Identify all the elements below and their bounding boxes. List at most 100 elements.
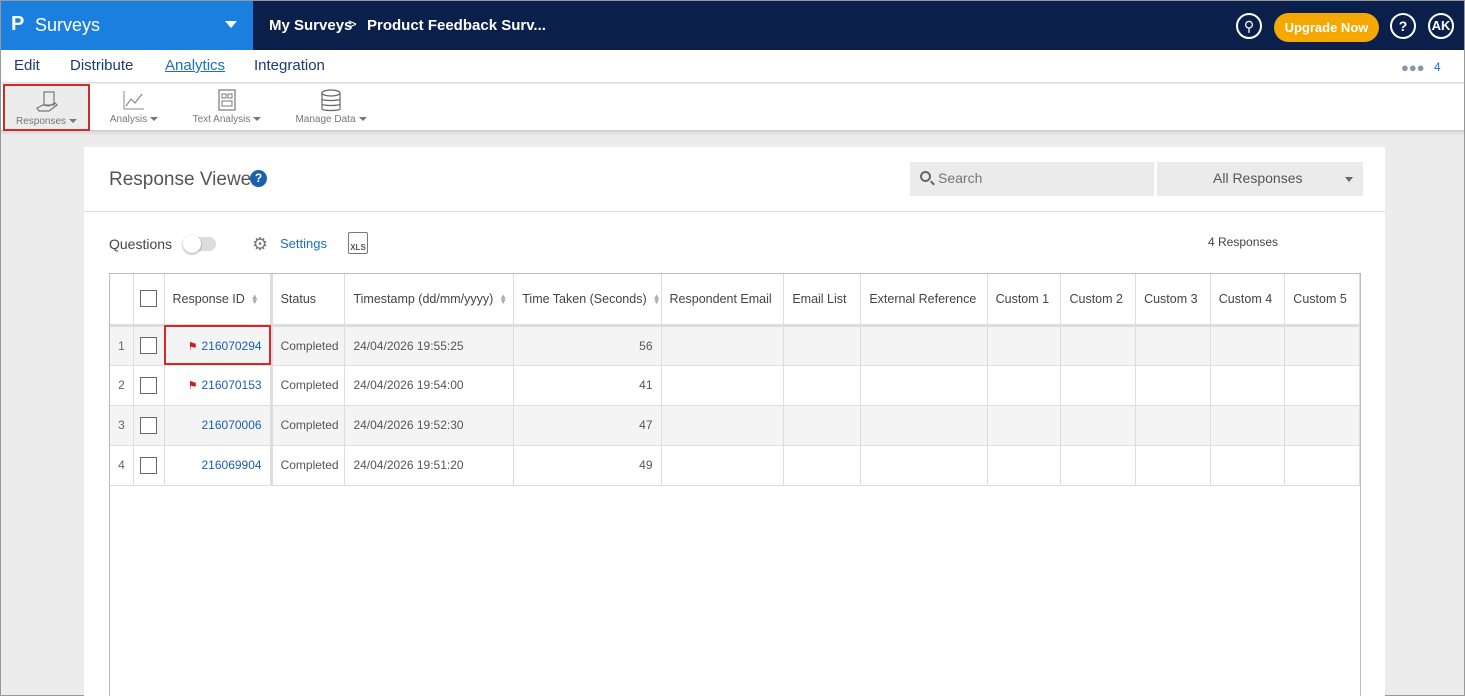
status-cell: Completed [271,365,346,406]
table-cell [987,325,1062,366]
flag-icon: ⚑ [187,340,198,353]
settings-link[interactable]: Settings [280,236,327,251]
response-filter-dropdown[interactable]: All Responses [1157,162,1363,196]
column-header-response-id[interactable]: Response ID ▲ ▼ [164,274,273,327]
table-row[interactable]: 2 ⚑ 216070153 Completed 24/04/2026 19:54:… [110,365,1360,406]
response-id-cell[interactable]: ⚑ 216070153 [164,365,273,406]
column-header-custom-3[interactable]: Custom 3 [1135,274,1211,327]
breadcrumb-my-surveys[interactable]: My Surveys [269,17,352,34]
database-icon [291,84,371,114]
sort-icon[interactable]: ▲ ▼ [653,293,660,306]
select-all-checkbox-cell[interactable] [133,274,165,327]
row-checkbox-cell[interactable] [133,325,165,366]
tab-analytics[interactable]: Analytics [165,57,225,74]
sort-icon[interactable]: ▲ ▼ [499,293,507,306]
analysis-tool-label: Analysis [109,114,148,125]
column-header-external-reference[interactable]: External Reference [860,274,988,327]
row-checkbox[interactable] [140,416,158,434]
table-cell [1210,365,1286,406]
response-id-link[interactable]: 216070153 [202,378,262,392]
help-icon[interactable]: ? [1390,13,1416,39]
table-cell [661,325,785,366]
table-cell [1135,405,1211,446]
search-box[interactable] [910,162,1154,196]
row-checkbox-cell[interactable] [133,365,165,406]
table-cell [987,405,1062,446]
table-cell [661,405,785,446]
help-icon[interactable]: ? [250,170,267,187]
table-cell [783,445,862,486]
breadcrumb-current-survey: Product Feedback Surv... [367,17,546,34]
row-checkbox[interactable] [140,376,158,394]
line-chart-icon [104,84,164,114]
collaborators-count[interactable]: 4 [1434,60,1441,74]
column-header-custom-2[interactable]: Custom 2 [1060,274,1137,327]
table-cell [1135,445,1211,486]
hand-document-icon [5,86,88,116]
product-switcher[interactable]: P Surveys [1,1,253,50]
response-id-link[interactable]: 216070294 [202,339,262,353]
table-cell [1210,445,1286,486]
column-header-custom-5[interactable]: Custom 5 [1284,274,1360,327]
table-cell [1284,445,1360,486]
row-checkbox-cell[interactable] [133,405,165,446]
tab-distribute[interactable]: Distribute [70,57,133,74]
table-row[interactable]: 1 ⚑ 216070294 Completed 24/04/2026 19:55:… [110,325,1360,366]
text-analysis-tool-label: Text Analysis [192,114,251,125]
column-header-status[interactable]: Status [271,274,346,327]
time-taken-cell: 56 [513,325,662,366]
text-analysis-tool[interactable]: Text Analysis [187,84,267,131]
breadcrumb-separator: > [348,16,357,33]
column-header-custom-4[interactable]: Custom 4 [1210,274,1286,327]
response-id-link[interactable]: 216069904 [202,458,262,472]
questions-toggle[interactable] [183,235,216,253]
response-id-cell[interactable]: 216070006 [164,405,273,446]
response-id-cell[interactable]: ⚑ 216070294 [164,325,273,366]
tab-edit[interactable]: Edit [14,57,40,74]
status-cell: Completed [271,325,346,366]
row-checkbox-cell[interactable] [133,445,165,486]
select-all-checkbox[interactable] [140,290,158,308]
analysis-tool[interactable]: Analysis [104,84,164,131]
sort-icon[interactable]: ▲ ▼ [251,293,259,306]
xls-export-icon[interactable]: XLS [348,232,368,254]
column-header-label: Time Taken (Seconds) [522,291,647,306]
search-icon [920,171,931,182]
avatar[interactable]: AK [1428,13,1454,39]
table-cell [661,445,785,486]
column-header-respondent-email[interactable]: Respondent Email [661,274,785,327]
table-row[interactable]: 3 216070006 Completed 24/04/2026 19:52:3… [110,405,1360,446]
row-checkbox[interactable] [140,456,158,474]
column-header-label: Timestamp (dd/mm/yyyy) [353,291,494,306]
top-bar: P Surveys My Surveys > Product Feedback … [1,1,1464,50]
column-header-timestamp[interactable]: Timestamp (dd/mm/yyyy) ▲ ▼ [344,274,515,327]
responses-tool[interactable]: Responses [3,84,90,131]
chevron-down-icon [225,21,237,28]
column-header-time-taken[interactable]: Time Taken (Seconds) ▲ ▼ [513,274,662,327]
search-input[interactable] [938,170,1138,186]
upgrade-button[interactable]: Upgrade Now [1274,13,1379,42]
questions-label: Questions [109,236,173,252]
chevron-down-icon [1345,177,1353,182]
column-header-email-list[interactable]: Email List [783,274,862,327]
chevron-down-icon [69,119,78,124]
chevron-down-icon [253,117,262,122]
tab-integration[interactable]: Integration [254,57,325,74]
response-id-link[interactable]: 216070006 [202,418,262,432]
response-id-cell[interactable]: 216069904 [164,445,273,486]
responses-table: Response ID ▲ ▼ Status Timestamp (dd/mm/yy… [109,273,1361,696]
timestamp-cell: 24/04/2026 19:51:20 [344,445,515,486]
collaborators-icon[interactable]: ●●● [1401,60,1425,75]
table-cell [1060,325,1137,366]
status-cell: Completed [271,405,346,446]
row-checkbox[interactable] [140,337,158,354]
search-icon[interactable]: ⚲ [1236,13,1262,39]
toggle-knob [183,235,201,253]
table-cell [860,325,988,366]
table-row[interactable]: 4 216069904 Completed 24/04/2026 19:51:2… [110,445,1360,486]
table-cell [661,365,785,406]
gear-icon[interactable]: ⚙ [252,234,268,255]
column-header-custom-1[interactable]: Custom 1 [987,274,1062,327]
manage-data-tool[interactable]: Manage Data [291,84,371,131]
response-filter-value: All Responses [1213,170,1303,186]
